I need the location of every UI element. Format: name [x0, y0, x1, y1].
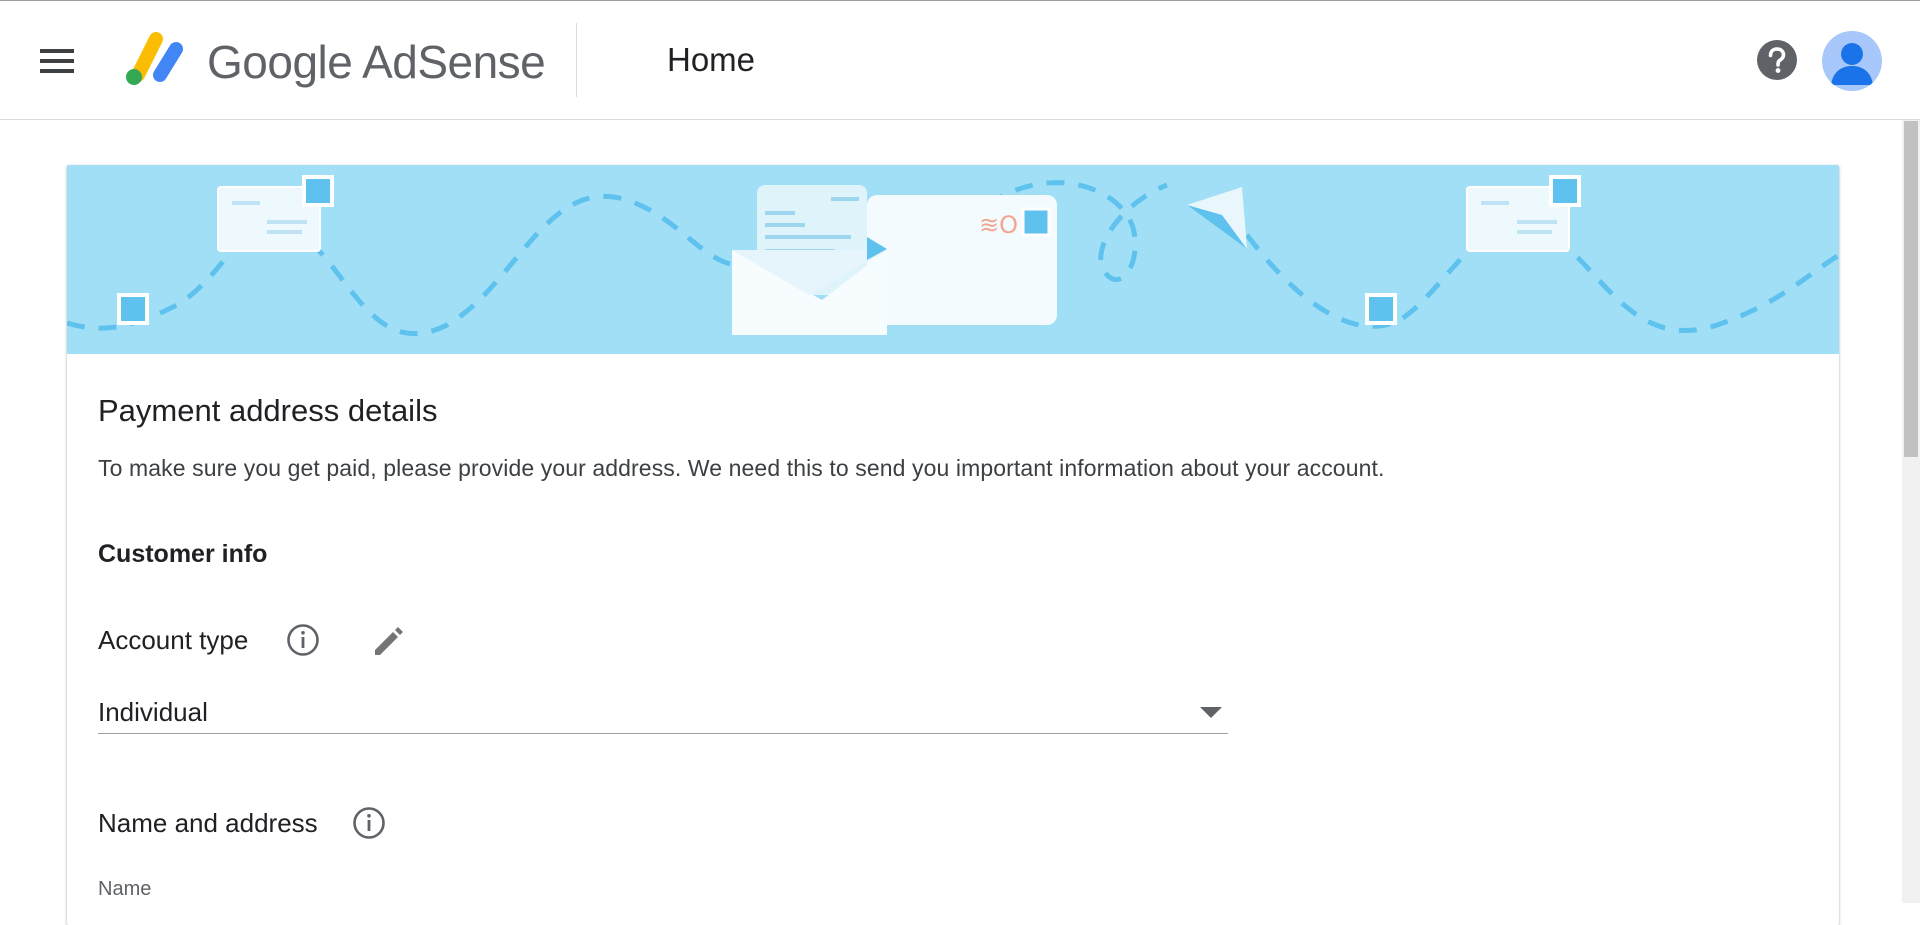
section-heading-customer-info: Customer info — [98, 540, 268, 568]
account-type-value: Individual — [98, 697, 208, 727]
menu-button[interactable] — [38, 39, 90, 83]
menu-icon — [40, 49, 74, 73]
header-divider — [576, 23, 577, 97]
account-type-label: Account type — [98, 625, 249, 655]
account-avatar[interactable] — [1822, 31, 1882, 91]
card-title: Payment address details — [98, 393, 438, 428]
card-description: To make sure you get paid, please provid… — [98, 455, 1385, 481]
person-icon — [1831, 43, 1873, 85]
help-button[interactable] — [1756, 39, 1798, 81]
name-field-label: Name — [98, 878, 152, 900]
info-icon[interactable] — [285, 622, 321, 658]
brand-name: Google AdSense — [207, 36, 546, 88]
help-icon — [1757, 40, 1797, 80]
dropdown-arrow-icon — [1200, 707, 1222, 718]
info-icon[interactable] — [351, 805, 387, 841]
adsense-logo-icon — [126, 32, 183, 85]
page-title: Home — [667, 41, 756, 78]
account-type-select[interactable]: Individual — [98, 685, 1228, 734]
pencil-icon[interactable] — [369, 620, 409, 660]
svg-text:≋O: ≋O — [979, 211, 1018, 239]
mail-illustration-banner: ≋O — [67, 165, 1839, 354]
scrollbar-thumb[interactable] — [1904, 121, 1918, 457]
top-app-bar: Google AdSense Home — [0, 0, 1920, 120]
payment-address-card: ≋O Payment address details To make sure … — [67, 165, 1839, 925]
name-and-address-label: Name and address — [98, 808, 318, 838]
